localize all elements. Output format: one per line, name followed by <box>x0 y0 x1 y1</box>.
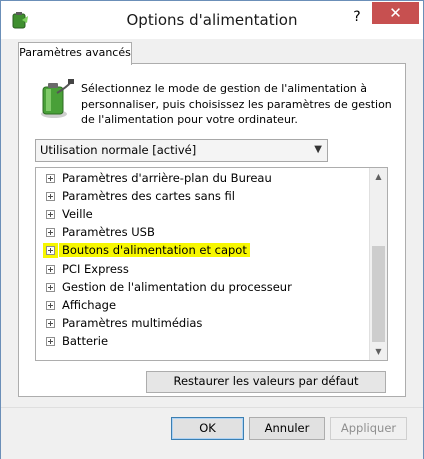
tree-item-label: Paramètres des cartes sans fil <box>62 189 235 204</box>
apply-button[interactable]: Appliquer <box>330 417 407 440</box>
tree-item-label: Veille <box>62 207 93 222</box>
highlighted-label: Boutons d'alimentation et capot <box>59 243 250 258</box>
tree-item[interactable]: Paramètres multimédias <box>36 315 369 332</box>
scroll-up-icon[interactable]: ▲ <box>370 168 387 185</box>
tree-item-label: Batterie <box>62 333 109 348</box>
close-button[interactable]: ✕ <box>372 2 419 24</box>
tree-item[interactable]: Boutons d'alimentation et capot <box>36 242 369 259</box>
expand-plus-icon[interactable] <box>46 264 55 274</box>
tree-item-label: Paramètres d'arrière-plan du Bureau <box>62 171 272 185</box>
expand-plus-icon[interactable] <box>46 246 55 256</box>
power-options-dialog: Options d'alimentation ? ✕ Paramètres av… <box>0 0 424 459</box>
help-button[interactable]: ? <box>345 7 369 27</box>
expand-plus-icon[interactable] <box>46 192 55 202</box>
tree-item[interactable]: Veille <box>36 206 369 223</box>
power-plan-selected-value: Utilisation normale [activé] <box>40 143 197 157</box>
expand-plus-icon[interactable] <box>46 174 55 183</box>
scrollbar-thumb[interactable] <box>372 246 385 342</box>
expand-plus-icon[interactable] <box>46 336 55 346</box>
tree-item-label: Affichage <box>62 297 117 312</box>
tree-item[interactable]: Paramètres des cartes sans fil <box>36 188 369 205</box>
expand-plus-icon[interactable] <box>46 300 55 310</box>
tree-item-label: Boutons d'alimentation et capot <box>59 242 250 259</box>
chevron-down-icon[interactable]: ▼ <box>314 144 322 155</box>
tree-item-label: Gestion de l'alimentation du processeur <box>62 279 292 294</box>
battery-settings-icon <box>37 79 75 119</box>
settings-tree[interactable]: Paramètres d'arrière-plan du Bureau Param… <box>35 167 388 361</box>
instructions-text: Sélectionnez le mode de gestion de l'ali… <box>81 82 392 126</box>
expand-plus-icon[interactable] <box>46 228 55 238</box>
power-plan-dropdown[interactable]: Utilisation normale [activé] ▼ <box>35 139 328 162</box>
scroll-down-icon[interactable]: ▼ <box>370 343 387 360</box>
tree-scrollbar[interactable]: ▲ ▼ <box>369 168 387 360</box>
title-bar[interactable]: Options d'alimentation ? ✕ <box>1 1 423 39</box>
tree-item-label: Paramètres multimédias <box>62 315 203 330</box>
expand-plus-icon[interactable] <box>46 210 55 220</box>
expand-plus-icon[interactable] <box>46 282 55 292</box>
tree-item[interactable]: Gestion de l'alimentation du processeur <box>36 279 369 296</box>
dialog-footer: OK Annuler Appliquer <box>1 407 423 459</box>
tab-advanced-settings[interactable]: Paramètres avancés <box>18 42 132 65</box>
expand-plus-icon[interactable] <box>46 318 55 328</box>
tree-item[interactable]: PCI Express <box>36 261 369 278</box>
advanced-settings-panel: Sélectionnez le mode de gestion de l'ali… <box>18 63 406 397</box>
tree-item-label: Paramètres USB <box>62 225 155 240</box>
tree-item[interactable]: Paramètres USB <box>36 224 369 241</box>
tree-item[interactable]: Affichage <box>36 297 369 314</box>
cancel-button[interactable]: Annuler <box>249 417 325 440</box>
tree-item-label: PCI Express <box>62 261 129 276</box>
ok-button[interactable]: OK <box>171 417 244 440</box>
restore-defaults-button[interactable]: Restaurer les valeurs par défaut <box>146 371 386 393</box>
tree-item[interactable]: Batterie <box>36 333 369 350</box>
tree-item[interactable]: Paramètres d'arrière-plan du Bureau <box>36 170 369 187</box>
